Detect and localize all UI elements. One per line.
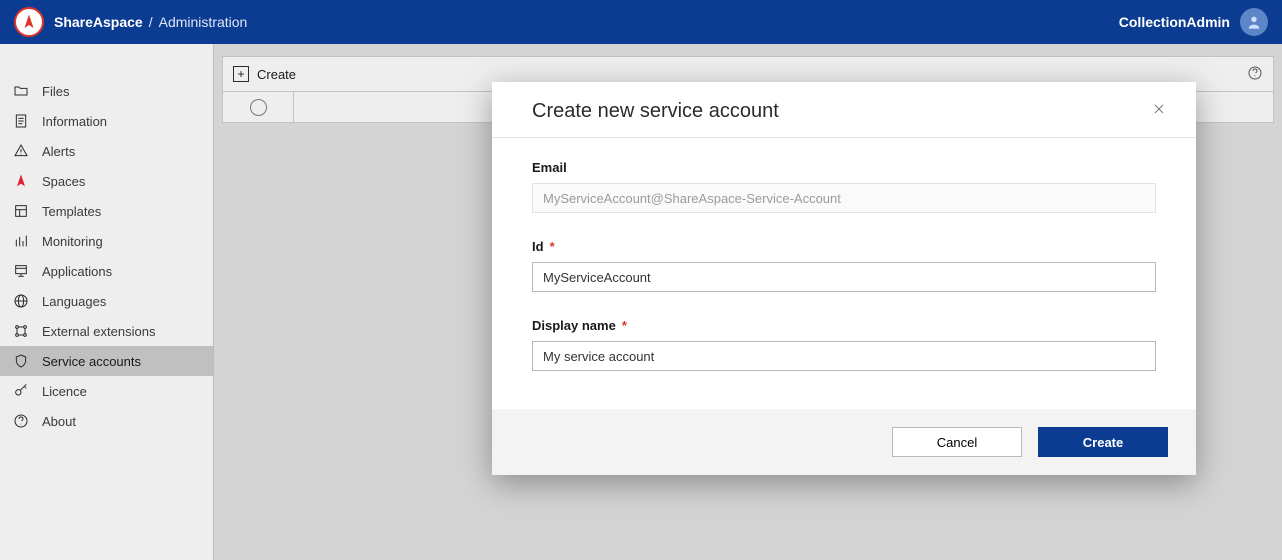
brand-logo-icon — [14, 7, 44, 37]
sidebar-item-label: Applications — [42, 264, 112, 279]
monitoring-icon — [12, 232, 30, 250]
sidebar-item-label: Licence — [42, 384, 87, 399]
sidebar-item-label: Monitoring — [42, 234, 103, 249]
sidebar-item-label: Files — [42, 84, 69, 99]
sidebar-nav: Files Information Alerts Spaces Template… — [0, 44, 214, 560]
display-name-label: Display name* — [532, 318, 1156, 333]
avatar-icon[interactable] — [1240, 8, 1268, 36]
sidebar-item-external-extensions[interactable]: External extensions — [0, 316, 213, 346]
close-icon[interactable] — [1152, 102, 1166, 121]
sidebar-item-files[interactable]: Files — [0, 76, 213, 106]
email-field — [532, 183, 1156, 213]
sidebar-item-label: Service accounts — [42, 354, 141, 369]
sidebar-item-languages[interactable]: Languages — [0, 286, 213, 316]
folder-icon — [12, 82, 30, 100]
list-header-select-cell[interactable] — [223, 92, 294, 122]
sidebar-item-service-accounts[interactable]: Service accounts — [0, 346, 213, 376]
sidebar-item-label: Alerts — [42, 144, 75, 159]
sidebar-item-licence[interactable]: Licence — [0, 376, 213, 406]
required-icon: * — [622, 318, 627, 333]
header-user-area[interactable]: CollectionAdmin — [1119, 8, 1268, 36]
sidebar-item-about[interactable]: About — [0, 406, 213, 436]
sidebar-item-alerts[interactable]: Alerts — [0, 136, 213, 166]
app-header: ShareAspace / Administration CollectionA… — [0, 0, 1282, 44]
create-service-account-modal: Create new service account Email Id* Dis… — [492, 82, 1196, 475]
modal-body: Email Id* Display name* — [492, 138, 1196, 409]
spaces-icon — [12, 172, 30, 190]
email-label: Email — [532, 160, 1156, 175]
sidebar-item-applications[interactable]: Applications — [0, 256, 213, 286]
extensions-icon — [12, 322, 30, 340]
cancel-button[interactable]: Cancel — [892, 427, 1022, 457]
shield-icon — [12, 352, 30, 370]
help-icon — [12, 412, 30, 430]
document-icon — [12, 112, 30, 130]
sidebar-item-spaces[interactable]: Spaces — [0, 166, 213, 196]
sidebar-item-label: Languages — [42, 294, 106, 309]
create-submit-button[interactable]: Create — [1038, 427, 1168, 457]
sidebar-item-information[interactable]: Information — [0, 106, 213, 136]
sidebar-item-templates[interactable]: Templates — [0, 196, 213, 226]
create-button[interactable]: + Create — [233, 66, 296, 82]
sidebar-item-label: Spaces — [42, 174, 85, 189]
sidebar-item-label: Information — [42, 114, 107, 129]
sidebar-item-monitoring[interactable]: Monitoring — [0, 226, 213, 256]
select-all-circle-icon[interactable] — [250, 99, 267, 116]
toolbar-help-icon[interactable] — [1247, 65, 1263, 84]
required-icon: * — [550, 239, 555, 254]
alert-icon — [12, 142, 30, 160]
create-button-label: Create — [257, 67, 296, 82]
id-field[interactable] — [532, 262, 1156, 292]
list-header-cell[interactable] — [294, 92, 525, 122]
main-content: + Create Create new service account — [214, 44, 1282, 560]
brand-section: Administration — [159, 14, 248, 30]
modal-footer: Cancel Create — [492, 409, 1196, 475]
modal-title: Create new service account — [532, 100, 779, 123]
plus-icon: + — [233, 66, 249, 82]
id-label: Id* — [532, 239, 1156, 254]
sidebar-item-label: External extensions — [42, 324, 155, 339]
current-user-label: CollectionAdmin — [1119, 14, 1230, 30]
brand-separator: / — [143, 14, 159, 30]
modal-header: Create new service account — [492, 82, 1196, 138]
applications-icon — [12, 262, 30, 280]
key-icon — [12, 382, 30, 400]
globe-icon — [12, 292, 30, 310]
sidebar-item-label: Templates — [42, 204, 101, 219]
template-icon — [12, 202, 30, 220]
display-name-field[interactable] — [532, 341, 1156, 371]
sidebar-item-label: About — [42, 414, 76, 429]
brand-name: ShareAspace — [54, 14, 143, 30]
